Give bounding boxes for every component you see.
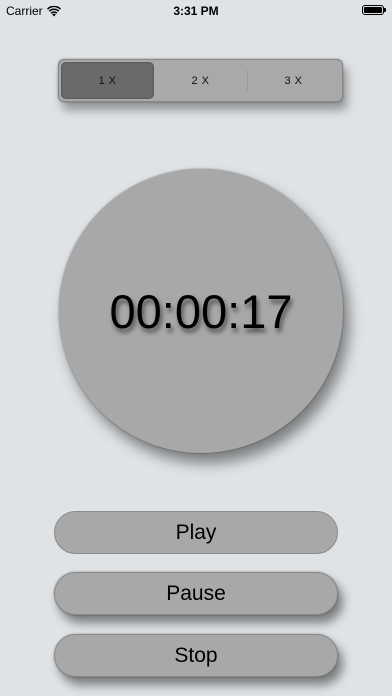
status-time: 3:31 PM — [173, 4, 219, 18]
battery-level — [364, 7, 382, 13]
stop-button[interactable]: Stop — [54, 634, 338, 677]
stopwatch-screen: Carrier 3:31 PM 1 X 2 X 3 X 00:00:17 Pla… — [0, 0, 392, 696]
speed-option-2x[interactable]: 2 X — [154, 62, 247, 99]
speed-option-1x[interactable]: 1 X — [61, 62, 154, 99]
speed-selector: 1 X 2 X 3 X — [58, 59, 343, 102]
speed-option-3x[interactable]: 3 X — [247, 62, 340, 99]
timer-dial: 00:00:17 — [59, 169, 343, 453]
status-bar: Carrier 3:31 PM — [0, 0, 392, 22]
timer-display: 00:00:17 — [109, 284, 293, 338]
battery-icon — [362, 5, 386, 15]
pause-button[interactable]: Pause — [54, 572, 338, 615]
play-button[interactable]: Play — [54, 511, 338, 554]
